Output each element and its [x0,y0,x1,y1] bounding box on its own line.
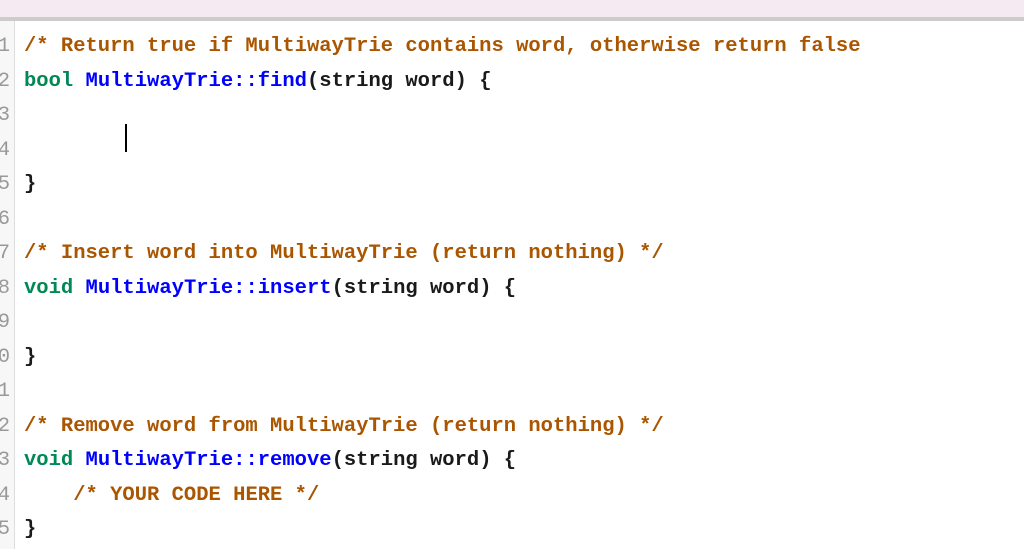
token-plain: (string word) { [331,276,517,300]
token-plain: (string word) { [331,449,517,472]
line-code: void MultiwayTrie::remove(string word) { [24,444,516,478]
code-editor[interactable]: 1 /* Return true if MultiwayTrie contains… [0,21,1024,549]
token-comment: /* Insert word into MultiwayTrie (return… [24,242,664,265]
line-number: 2 [0,69,10,93]
line-number: 5 [0,518,10,541]
code-line[interactable]: 2 /* Remove word from MultiwayTrie (retur… [0,410,1024,444]
line-number: 2 [0,414,10,438]
token-plain: } [24,173,37,196]
code-line[interactable]: 3 void MultiwayTrie::remove(string word) … [0,444,1024,478]
line-number: 8 [0,276,10,300]
line-number: 1 [0,380,10,403]
token-type: void [24,449,74,472]
editor-toolbar [0,0,1024,17]
code-line[interactable]: 6 [0,203,1024,237]
line-number: 9 [0,311,10,334]
token-comment: /* YOUR CODE HERE */ [73,483,320,507]
code-line[interactable]: 9 [0,306,1024,340]
code-line[interactable]: 2 bool MultiwayTrie::find(string word) { [0,65,1024,99]
line-number: 0 [0,345,10,369]
line-code: void MultiwayTrie::insert(string word) { [24,272,516,306]
line-code: /* YOUR CODE HERE */ [24,479,319,513]
token-plain: } [24,345,37,369]
line-code: /* Insert word into MultiwayTrie (return… [24,237,664,271]
line-code: } [24,341,36,375]
code-line[interactable]: 7 /* Insert word into MultiwayTrie (retur… [0,237,1024,271]
line-code: /* Remove word from MultiwayTrie (return… [24,410,664,444]
token-comment: /* Remove word from MultiwayTrie (return… [24,414,664,438]
token-type: bool [24,69,74,93]
line-number: 3 [0,104,10,127]
token-def: MultiwayTrie::find [85,69,307,93]
line-number: 6 [0,207,10,231]
line-number: 7 [0,242,10,265]
line-number: 4 [0,138,10,162]
line-number: 5 [0,173,10,196]
code-line[interactable]: 8 void MultiwayTrie::insert(string word) … [0,272,1024,306]
line-code: bool MultiwayTrie::find(string word) { [24,65,492,99]
token-comment: /* Return true if MultiwayTrie contains … [24,35,861,58]
line-number: 1 [0,35,10,58]
code-line[interactable]: 1 [0,375,1024,409]
token-plain: (string word) { [306,69,492,93]
line-code: } [24,168,36,202]
line-number: 3 [0,449,10,472]
code-line[interactable]: 4 /* YOUR CODE HERE */ [0,479,1024,513]
token-plain: } [24,518,37,541]
line-code: } [24,513,36,547]
code-line[interactable]: 0} [0,341,1024,375]
token-def: MultiwayTrie::insert [85,276,332,300]
code-line[interactable]: 5} [0,513,1024,547]
line-code: /* Return true if MultiwayTrie contains … [24,30,861,64]
line-number: 4 [0,483,10,507]
code-line[interactable]: 3 [0,99,1024,133]
token-type: void [24,276,74,300]
code-line[interactable]: 4 [0,134,1024,168]
text-cursor [125,124,127,152]
code-line[interactable]: 5} [0,168,1024,202]
code-line[interactable]: 1 /* Return true if MultiwayTrie contains… [0,30,1024,64]
token-def: MultiwayTrie::remove [85,449,332,472]
